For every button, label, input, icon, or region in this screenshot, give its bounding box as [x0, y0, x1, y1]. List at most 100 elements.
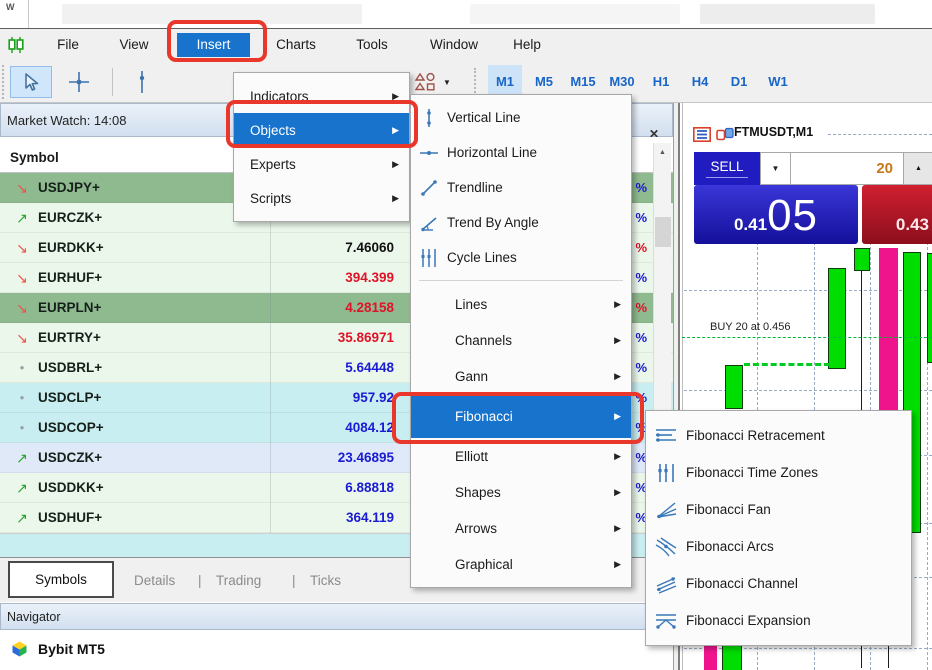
fibonacci-time-zones-icon — [646, 463, 686, 483]
menu-item-label: Shapes — [455, 485, 501, 500]
buy-price-button[interactable]: 0.43 — [862, 185, 932, 244]
tab-trading[interactable]: Trading — [216, 558, 261, 603]
timeframe-d1[interactable]: D1 — [722, 65, 756, 98]
cycle-lines-icon — [411, 248, 447, 268]
menu-item-cycle-lines[interactable]: Cycle Lines — [411, 240, 631, 275]
scrollbar-thumb[interactable] — [655, 217, 671, 247]
tab-symbols[interactable]: Symbols — [8, 561, 114, 598]
mt5-window: W File View Insert Charts Tools Window H… — [0, 0, 932, 670]
menu-file[interactable]: File — [44, 33, 92, 57]
menu-item-trendline[interactable]: Trendline — [411, 170, 631, 205]
symbol-cell: EURPLN+ — [38, 293, 101, 323]
menu-item-fib-arcs[interactable]: Fibonacci Arcs — [646, 528, 911, 565]
menu-item-fib-expansion[interactable]: Fibonacci Expansion — [646, 602, 911, 639]
menu-item-graphical[interactable]: Graphical ▶ — [411, 546, 631, 582]
sentiment-icon — [716, 127, 734, 142]
candle-bullish — [722, 645, 742, 670]
candle-bullish — [927, 253, 932, 363]
change-cell: % — [635, 263, 647, 293]
menu-item-label: Fibonacci Channel — [686, 576, 798, 591]
menu-item-experts[interactable]: Experts ▶ — [234, 147, 409, 181]
menu-item-fib-fan[interactable]: Fibonacci Fan — [646, 491, 911, 528]
menu-view[interactable]: View — [108, 33, 160, 57]
chevron-up-icon: ▲ — [915, 165, 922, 172]
sell-price-big: 05 — [767, 191, 818, 241]
price-down-icon: ↘ — [12, 293, 32, 323]
trend-by-angle-icon — [411, 213, 447, 233]
price-down-icon: ↘ — [12, 233, 32, 263]
order-type-dropdown[interactable]: ▼ — [760, 152, 791, 185]
buy-price-small: 0.43 — [896, 215, 929, 235]
timeframe-h1[interactable]: H1 — [644, 65, 678, 98]
scroll-up-icon[interactable]: ▲ — [654, 143, 671, 161]
menu-insert[interactable]: Insert — [177, 33, 250, 57]
menu-item-lines[interactable]: Lines ▶ — [411, 286, 631, 322]
tab-details[interactable]: Details — [134, 558, 175, 603]
menu-bar: File View Insert Charts Tools Window Hel… — [0, 29, 932, 61]
bid-cell: 6.88818 — [345, 473, 394, 503]
menu-item-gann[interactable]: Gann ▶ — [411, 358, 631, 394]
volume-increase-button[interactable]: ▲ — [904, 152, 932, 185]
navigator-item-label: Bybit MT5 — [38, 641, 105, 657]
menu-item-indicators[interactable]: Indicators ▶ — [234, 79, 409, 113]
vertical-line-tool-button[interactable] — [124, 66, 160, 98]
menu-item-label: Graphical — [455, 557, 513, 572]
price-down-icon: ↘ — [12, 263, 32, 293]
column-divider — [270, 173, 271, 533]
symbol-column-header[interactable]: Symbol — [10, 150, 59, 165]
menu-tools[interactable]: Tools — [344, 33, 400, 57]
candle-bearish — [704, 645, 717, 670]
menu-item-label: Fibonacci Arcs — [686, 539, 774, 554]
trendline-icon — [411, 178, 447, 198]
submenu-arrow-icon: ▶ — [614, 299, 621, 310]
menu-charts[interactable]: Charts — [264, 33, 328, 57]
tab-separator: | — [198, 558, 202, 603]
timeframe-w1[interactable]: W1 — [761, 65, 795, 98]
chevron-down-icon: ▼ — [772, 164, 780, 173]
bid-cell: 364.119 — [346, 503, 394, 533]
menu-item-shapes[interactable]: Shapes ▶ — [411, 474, 631, 510]
menu-item-arrows[interactable]: Arrows ▶ — [411, 510, 631, 546]
tab-ticks[interactable]: Ticks — [310, 558, 341, 603]
menu-item-horizontal-line[interactable]: Horizontal Line — [411, 135, 631, 170]
chart-symbol-label: FTMUSDT,M1 — [734, 125, 813, 139]
menu-item-scripts[interactable]: Scripts ▶ — [234, 181, 409, 215]
bid-cell: 957.92 — [353, 383, 394, 413]
menu-item-fibonacci[interactable]: Fibonacci ▶ — [411, 394, 631, 438]
horizontal-line-icon — [411, 144, 447, 162]
price-flat-icon: ● — [12, 353, 32, 383]
navigator-item-bybit[interactable]: Bybit MT5 — [10, 639, 105, 658]
menu-item-trend-by-angle[interactable]: Trend By Angle — [411, 205, 631, 240]
menu-item-objects[interactable]: Objects ▶ — [234, 113, 409, 147]
bid-cell: 5.64448 — [345, 353, 394, 383]
timeframe-h4[interactable]: H4 — [683, 65, 717, 98]
menu-item-label: Trend By Angle — [447, 215, 539, 230]
vertical-line-icon — [411, 108, 447, 128]
menu-item-vertical-line[interactable]: Vertical Line — [411, 100, 631, 135]
menu-item-fib-retracement[interactable]: Fibonacci Retracement — [646, 417, 911, 454]
submenu-arrow-icon: ▶ — [392, 159, 399, 170]
symbol-cell: USDHUF+ — [38, 503, 102, 533]
crosshair-tool-button[interactable] — [58, 66, 100, 98]
menu-item-fib-time-zones[interactable]: Fibonacci Time Zones — [646, 454, 911, 491]
sell-tab[interactable]: SELL — [694, 152, 760, 185]
menu-window[interactable]: Window — [418, 33, 490, 57]
menu-item-label: Trendline — [447, 180, 503, 195]
candle-bullish — [725, 365, 743, 409]
menu-item-channels[interactable]: Channels ▶ — [411, 322, 631, 358]
volume-input[interactable]: 20 — [791, 152, 904, 185]
menu-help[interactable]: Help — [502, 33, 552, 57]
menu-item-label: Objects — [250, 123, 296, 138]
navigator-panel: Navigator Bybit MT5 — [0, 603, 674, 670]
fibonacci-expansion-icon — [646, 611, 686, 631]
submenu-arrow-icon: ▶ — [614, 487, 621, 498]
menu-item-elliott[interactable]: Elliott ▶ — [411, 438, 631, 474]
menu-item-fib-channel[interactable]: Fibonacci Channel — [646, 565, 911, 602]
submenu-arrow-icon: ▶ — [392, 193, 399, 204]
menu-item-label: Elliott — [455, 449, 488, 464]
menu-item-label: Fibonacci Time Zones — [686, 465, 818, 480]
menu-item-label: Fibonacci Expansion — [686, 613, 811, 628]
menu-item-label: Experts — [250, 157, 296, 172]
cursor-tool-button[interactable] — [10, 66, 52, 98]
sell-price-button[interactable]: 0.41 05 — [694, 185, 858, 244]
